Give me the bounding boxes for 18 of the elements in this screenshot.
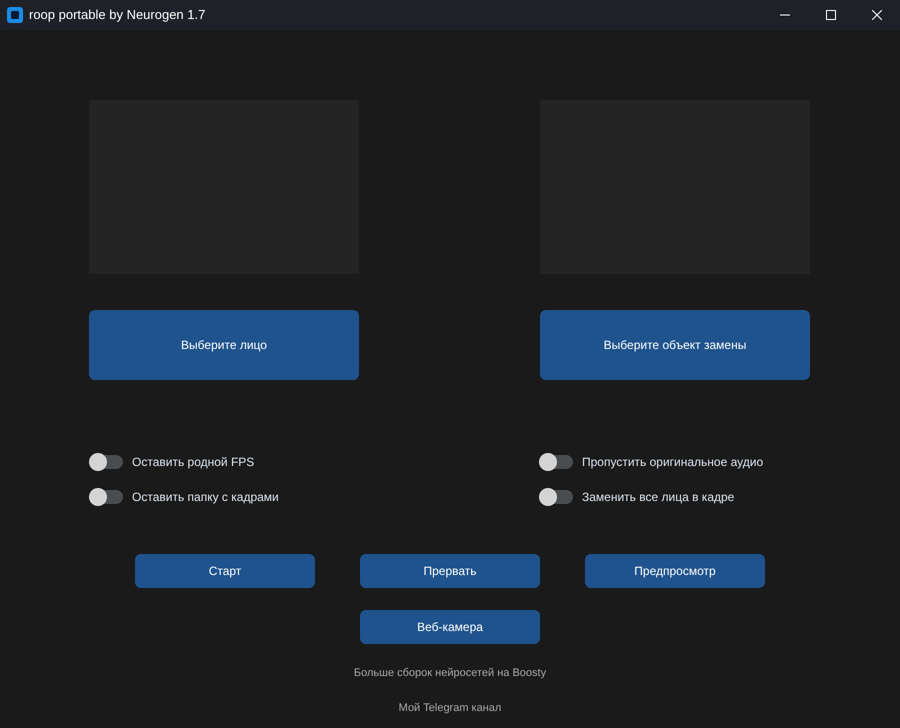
select-file-button[interactable]: Выберите объект замены xyxy=(540,310,810,380)
app-icon xyxy=(7,7,23,23)
action-button[interactable]: Предпросмотр xyxy=(585,554,765,588)
select-file-button[interactable]: Выберите лицо xyxy=(89,310,359,380)
link[interactable]: Мой Telegram канал xyxy=(398,699,502,717)
toggle-switch[interactable] xyxy=(89,455,123,469)
toggle-switch[interactable] xyxy=(89,490,123,504)
toggle-switch[interactable] xyxy=(539,490,573,504)
switch-label: Заменить все лица в кадре xyxy=(582,489,734,506)
action-button[interactable]: Прервать xyxy=(360,554,540,588)
toggle-switch[interactable] xyxy=(539,455,573,469)
switch-label: Пропустить оригинальное аудио xyxy=(582,454,764,471)
switch-label: Оставить родной FPS xyxy=(132,454,254,471)
window-title: roop portable by Neurogen 1.7 xyxy=(29,6,206,24)
webcam-button[interactable]: Веб-камера xyxy=(360,610,540,644)
switch-label: Оставить папку с кадрами xyxy=(132,489,279,506)
action-button[interactable]: Старт xyxy=(135,554,315,588)
link[interactable]: Больше сборок нейросетей на Boosty xyxy=(354,664,546,682)
